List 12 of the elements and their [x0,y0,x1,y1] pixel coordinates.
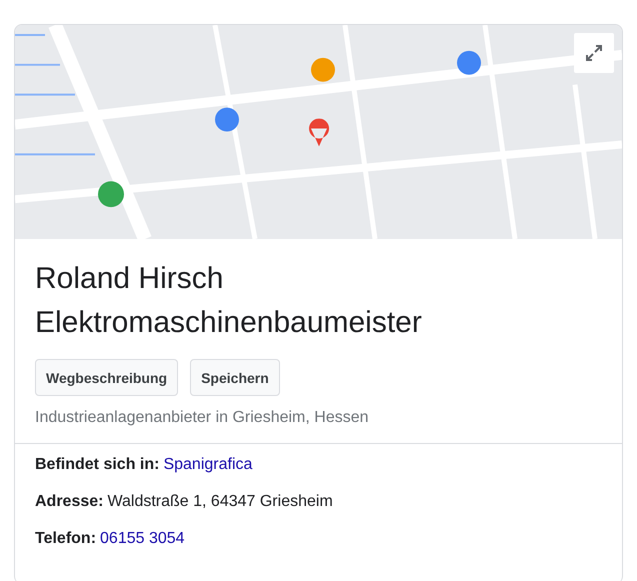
fact-value: Waldstraße 1, 64347 Griesheim [107,493,333,511]
fact-link[interactable]: 06155 3054 [100,530,185,548]
fact-label: Adresse: [35,493,104,511]
fact-label: Telefon: [35,530,96,548]
expand-button[interactable] [574,33,614,73]
action-button[interactable]: Speichern [190,359,280,396]
expand-icon [584,43,604,63]
fact-label: Befindet sich in: [35,456,160,474]
business-category: Industrieanlagenanbieter in Griesheim, Hessen [35,409,370,427]
fact-link[interactable]: Spanigrafica [163,456,252,474]
action-button[interactable]: Wegbeschreibung [35,359,178,396]
business-name: Roland Hirsch Elektromaschinenbaumeister [35,261,423,341]
